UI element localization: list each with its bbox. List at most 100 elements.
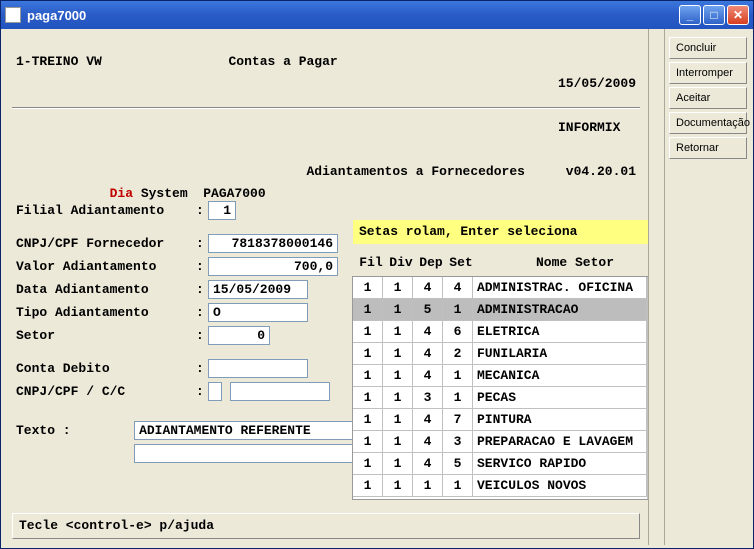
header-divider [12, 107, 640, 109]
cnpj-cc-input-2[interactable] [230, 382, 330, 401]
valor-label: Valor Adiantamento [16, 259, 196, 274]
cell-set: 1 [443, 387, 473, 409]
cell-fil: 1 [353, 343, 383, 365]
table-row[interactable]: 1111VEICULOS NOVOS [353, 475, 647, 497]
window-title: paga7000 [27, 8, 679, 23]
cell-div: 1 [383, 387, 413, 409]
cell-nome: MECANICA [473, 365, 647, 387]
cell-div: 1 [383, 409, 413, 431]
cell-dep: 4 [413, 277, 443, 299]
cell-fil: 1 [353, 277, 383, 299]
cell-set: 4 [443, 277, 473, 299]
col-nome: Nome Setor [476, 255, 648, 270]
cell-div: 1 [383, 431, 413, 453]
cnpj-cc-label: CNPJ/CPF / C/C [16, 384, 196, 399]
cnpj-cc-input-1[interactable] [208, 382, 222, 401]
filial-label: Filial Adiantamento [16, 203, 196, 218]
status-bar: Tecle <control-e> p/ajuda [12, 513, 640, 539]
data-input[interactable] [208, 280, 308, 299]
popup-column-headers: Fil Div Dep Set Nome Setor [352, 245, 648, 276]
cell-fil: 1 [353, 299, 383, 321]
cell-set: 6 [443, 321, 473, 343]
cell-nome: PINTURA [473, 409, 647, 431]
cell-dep: 3 [413, 387, 443, 409]
cell-div: 1 [383, 475, 413, 497]
table-row[interactable]: 1151ADMINISTRACAO [353, 299, 647, 321]
cell-nome: ELETRICA [473, 321, 647, 343]
cell-set: 1 [443, 475, 473, 497]
cell-set: 5 [443, 453, 473, 475]
side-button-documentacao[interactable]: Documentação [669, 112, 747, 134]
cell-nome: VEICULOS NOVOS [473, 475, 647, 497]
table-row[interactable]: 1131PECAS [353, 387, 647, 409]
side-button-aceitar[interactable]: Aceitar [669, 87, 747, 109]
cell-div: 1 [383, 343, 413, 365]
table-row[interactable]: 1147PINTURA [353, 409, 647, 431]
header-date: 15/05/2009 [558, 76, 636, 91]
titlebar[interactable]: paga7000 _ □ ✕ [1, 1, 753, 29]
minimize-button[interactable]: _ [679, 5, 701, 25]
client-area: 1-TREINO VW Contas a Pagar 15/05/2009 IN… [4, 29, 750, 545]
setor-popup: Setas rolam, Enter seleciona Fil Div Dep… [352, 219, 648, 500]
close-button[interactable]: ✕ [727, 5, 749, 25]
cell-fil: 1 [353, 365, 383, 387]
cell-nome: SERVICO RAPIDO [473, 453, 647, 475]
conta-deb-label: Conta Debito [16, 361, 196, 376]
app-window: paga7000 _ □ ✕ 1-TREINO VW Contas a Paga… [0, 0, 754, 549]
setor-label: Setor [16, 328, 196, 343]
cell-div: 1 [383, 277, 413, 299]
data-label: Data Adiantamento [16, 282, 196, 297]
table-row[interactable]: 1145SERVICO RAPIDO [353, 453, 647, 475]
cell-dep: 4 [413, 453, 443, 475]
cell-div: 1 [383, 365, 413, 387]
cell-dep: 4 [413, 431, 443, 453]
cell-nome: PREPARACAO E LAVAGEM [473, 431, 647, 453]
cell-div: 1 [383, 321, 413, 343]
table-row[interactable]: 1142FUNILARIA [353, 343, 647, 365]
cell-set: 1 [443, 299, 473, 321]
cell-nome: PECAS [473, 387, 647, 409]
cell-fil: 1 [353, 453, 383, 475]
setor-input[interactable] [208, 326, 270, 345]
side-button-retornar[interactable]: Retornar [669, 137, 747, 159]
valor-input[interactable] [208, 257, 338, 276]
table-row[interactable]: 1144ADMINISTRAC. OFICINA [353, 277, 647, 299]
side-button-concluir[interactable]: Concluir [669, 37, 747, 59]
tipo-label: Tipo Adiantamento [16, 305, 196, 320]
cell-fil: 1 [353, 475, 383, 497]
status-text: Tecle <control-e> p/ajuda [19, 518, 214, 533]
col-fil: Fil [356, 255, 386, 270]
filial-input[interactable] [208, 201, 236, 220]
cell-dep: 1 [413, 475, 443, 497]
conta-deb-input[interactable] [208, 359, 308, 378]
maximize-button[interactable]: □ [703, 5, 725, 25]
cnpj-forn-label: CNPJ/CPF Fornecedor [16, 236, 196, 251]
table-row[interactable]: 1141MECANICA [353, 365, 647, 387]
main-scrollbar[interactable] [648, 29, 664, 545]
popup-grid: 1144ADMINISTRAC. OFICINA1151ADMINISTRACA… [352, 276, 648, 500]
window-buttons: _ □ ✕ [679, 5, 749, 25]
cell-nome: ADMINISTRACAO [473, 299, 647, 321]
texto-label: Texto : [16, 423, 134, 438]
main-area: 1-TREINO VW Contas a Pagar 15/05/2009 IN… [4, 29, 648, 545]
cell-fil: 1 [353, 409, 383, 431]
cell-nome: FUNILARIA [473, 343, 647, 365]
table-row[interactable]: 1143PREPARACAO E LAVAGEM [353, 431, 647, 453]
cell-set: 7 [443, 409, 473, 431]
app-icon [5, 7, 21, 23]
cnpj-forn-input[interactable] [208, 234, 338, 253]
col-div: Div [386, 255, 416, 270]
popup-scrollbar[interactable]: ▲ ▼ [647, 277, 648, 499]
popup-hint: Setas rolam, Enter seleciona [352, 219, 648, 245]
table-row[interactable]: 1146ELETRICA [353, 321, 647, 343]
header-module: Contas a Pagar [228, 51, 337, 161]
cell-div: 1 [383, 453, 413, 475]
side-button-interromper[interactable]: Interromper [669, 62, 747, 84]
cell-fil: 1 [353, 387, 383, 409]
cell-div: 1 [383, 299, 413, 321]
tipo-input[interactable] [208, 303, 308, 322]
side-panel: Concluir Interromper Aceitar Documentação Re… [664, 29, 750, 545]
cell-nome: ADMINISTRAC. OFICINA [473, 277, 647, 299]
header-company: 1-TREINO VW [16, 51, 102, 161]
cell-fil: 1 [353, 321, 383, 343]
